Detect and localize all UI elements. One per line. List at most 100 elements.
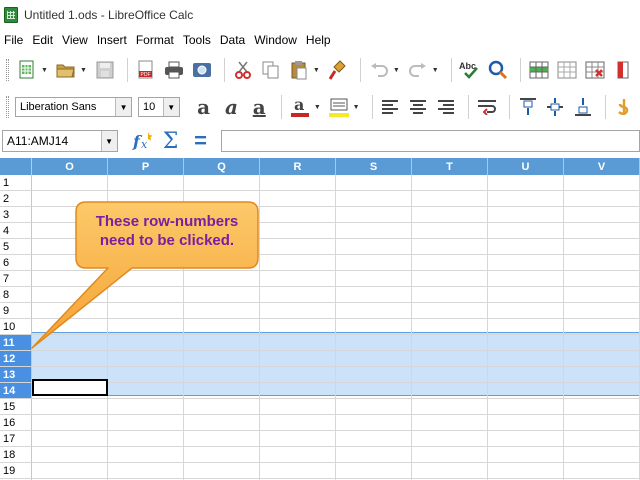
row-header-15[interactable]: 15 bbox=[0, 399, 32, 415]
window-title: Untitled 1.ods - LibreOffice Calc bbox=[24, 8, 194, 22]
gridline bbox=[32, 430, 640, 431]
gridline bbox=[563, 175, 564, 480]
menu-edit[interactable]: Edit bbox=[32, 33, 53, 47]
row-header-9[interactable]: 9 bbox=[0, 303, 32, 319]
new-document-icon[interactable] bbox=[15, 58, 39, 82]
row-header-16[interactable]: 16 bbox=[0, 415, 32, 431]
menu-file[interactable]: File bbox=[4, 33, 23, 47]
gridline bbox=[32, 318, 640, 319]
sum-icon[interactable]: Σ bbox=[160, 129, 182, 154]
row-header-8[interactable]: 8 bbox=[0, 287, 32, 303]
row-header-3[interactable]: 3 bbox=[0, 207, 32, 223]
currency-icon[interactable] bbox=[612, 95, 636, 119]
name-box[interactable]: A11:AMJ14 ▼ bbox=[2, 130, 118, 152]
menu-tools[interactable]: Tools bbox=[183, 33, 211, 47]
toolbar-grip[interactable] bbox=[6, 59, 9, 81]
paste-icon[interactable] bbox=[287, 58, 311, 82]
row-header-10[interactable]: 10 bbox=[0, 319, 32, 335]
delete-rows-icon[interactable] bbox=[583, 58, 607, 82]
insert-cols-icon[interactable] bbox=[555, 58, 579, 82]
chevron-down-icon[interactable]: ▼ bbox=[115, 98, 132, 116]
redo-dropdown-icon[interactable]: ▼ bbox=[432, 67, 439, 74]
spellcheck-icon[interactable]: Abc bbox=[458, 58, 482, 82]
toolbar-separator bbox=[281, 95, 283, 119]
save-icon[interactable] bbox=[93, 58, 117, 82]
find-replace-icon[interactable] bbox=[486, 58, 510, 82]
underline-icon[interactable]: a bbox=[247, 95, 271, 119]
menu-format[interactable]: Format bbox=[136, 33, 174, 47]
formula-input[interactable] bbox=[221, 130, 640, 152]
column-header-q[interactable]: Q bbox=[184, 158, 260, 175]
print-icon[interactable] bbox=[162, 58, 186, 82]
insert-rows-icon[interactable] bbox=[527, 58, 551, 82]
column-header-o[interactable]: O bbox=[32, 158, 108, 175]
align-right-icon[interactable] bbox=[434, 95, 458, 119]
toolbar-grip[interactable] bbox=[6, 96, 9, 118]
export-pdf-icon[interactable]: PDF bbox=[134, 58, 158, 82]
undo-icon[interactable] bbox=[367, 58, 391, 82]
formula-icon[interactable]: = bbox=[190, 128, 212, 154]
row-header-7[interactable]: 7 bbox=[0, 271, 32, 287]
select-all-corner[interactable] bbox=[0, 158, 32, 175]
menu-help[interactable]: Help bbox=[306, 33, 331, 47]
highlight-icon[interactable] bbox=[327, 95, 351, 119]
gridline bbox=[32, 366, 640, 367]
gridline bbox=[183, 175, 184, 480]
new-dropdown-icon[interactable]: ▼ bbox=[41, 67, 48, 74]
row-header-14[interactable]: 14 bbox=[0, 383, 32, 399]
column-header-t[interactable]: T bbox=[412, 158, 488, 175]
align-bottom-icon[interactable] bbox=[571, 95, 595, 119]
open-folder-icon[interactable] bbox=[54, 58, 78, 82]
gridline bbox=[32, 270, 640, 271]
active-cell-cursor[interactable] bbox=[32, 379, 108, 396]
font-color-dropdown-icon[interactable]: ▼ bbox=[314, 104, 321, 111]
row-header-6[interactable]: 6 bbox=[0, 255, 32, 271]
print-preview-icon[interactable] bbox=[190, 58, 214, 82]
clone-formatting-icon[interactable] bbox=[326, 58, 350, 82]
chevron-down-icon[interactable]: ▼ bbox=[162, 98, 179, 116]
gridline bbox=[487, 175, 488, 480]
chevron-down-icon[interactable]: ▼ bbox=[100, 131, 117, 151]
row-header-19[interactable]: 19 bbox=[0, 463, 32, 479]
menu-data[interactable]: Data bbox=[220, 33, 245, 47]
open-dropdown-icon[interactable]: ▼ bbox=[80, 67, 87, 74]
undo-dropdown-icon[interactable]: ▼ bbox=[393, 67, 400, 74]
row-header-12[interactable]: 12 bbox=[0, 351, 32, 367]
highlight-dropdown-icon[interactable]: ▼ bbox=[353, 104, 360, 111]
column-header-s[interactable]: S bbox=[336, 158, 412, 175]
paste-dropdown-icon[interactable]: ▼ bbox=[313, 67, 320, 74]
column-header-v[interactable]: V bbox=[564, 158, 640, 175]
row-header-2[interactable]: 2 bbox=[0, 191, 32, 207]
copy-icon[interactable] bbox=[259, 58, 283, 82]
menu-insert[interactable]: Insert bbox=[97, 33, 127, 47]
column-header-p[interactable]: P bbox=[108, 158, 184, 175]
gridline bbox=[259, 175, 260, 480]
row-header-18[interactable]: 18 bbox=[0, 447, 32, 463]
row-header-1[interactable]: 1 bbox=[0, 175, 32, 191]
align-vcenter-icon[interactable] bbox=[544, 95, 568, 119]
font-size-combo[interactable]: 10 ▼ bbox=[138, 97, 180, 117]
row-header-13[interactable]: 13 bbox=[0, 367, 32, 383]
font-color-icon[interactable]: a bbox=[288, 95, 312, 119]
align-center-icon[interactable] bbox=[406, 95, 430, 119]
cut-icon[interactable] bbox=[231, 58, 255, 82]
font-name-combo[interactable]: Liberation Sans ▼ bbox=[14, 97, 133, 117]
bold-icon[interactable]: a bbox=[192, 95, 216, 119]
align-top-icon[interactable] bbox=[516, 95, 540, 119]
delete-cols-icon[interactable] bbox=[611, 58, 635, 82]
row-header-5[interactable]: 5 bbox=[0, 239, 32, 255]
row-header-11[interactable]: 11 bbox=[0, 335, 32, 351]
function-wizard-icon[interactable]: fx bbox=[132, 130, 154, 152]
row-header-4[interactable]: 4 bbox=[0, 223, 32, 239]
column-header-u[interactable]: U bbox=[488, 158, 564, 175]
redo-icon[interactable] bbox=[406, 58, 430, 82]
row-header-17[interactable]: 17 bbox=[0, 431, 32, 447]
menu-window[interactable]: Window bbox=[254, 33, 297, 47]
spreadsheet-grid[interactable]: OPQRSTUV1234567891011121314151617181920 bbox=[0, 158, 640, 480]
menu-view[interactable]: View bbox=[62, 33, 88, 47]
align-left-icon[interactable] bbox=[379, 95, 403, 119]
wrap-text-icon[interactable] bbox=[475, 95, 499, 119]
column-header-r[interactable]: R bbox=[260, 158, 336, 175]
gridline bbox=[32, 462, 640, 463]
italic-icon[interactable]: a bbox=[220, 95, 244, 119]
